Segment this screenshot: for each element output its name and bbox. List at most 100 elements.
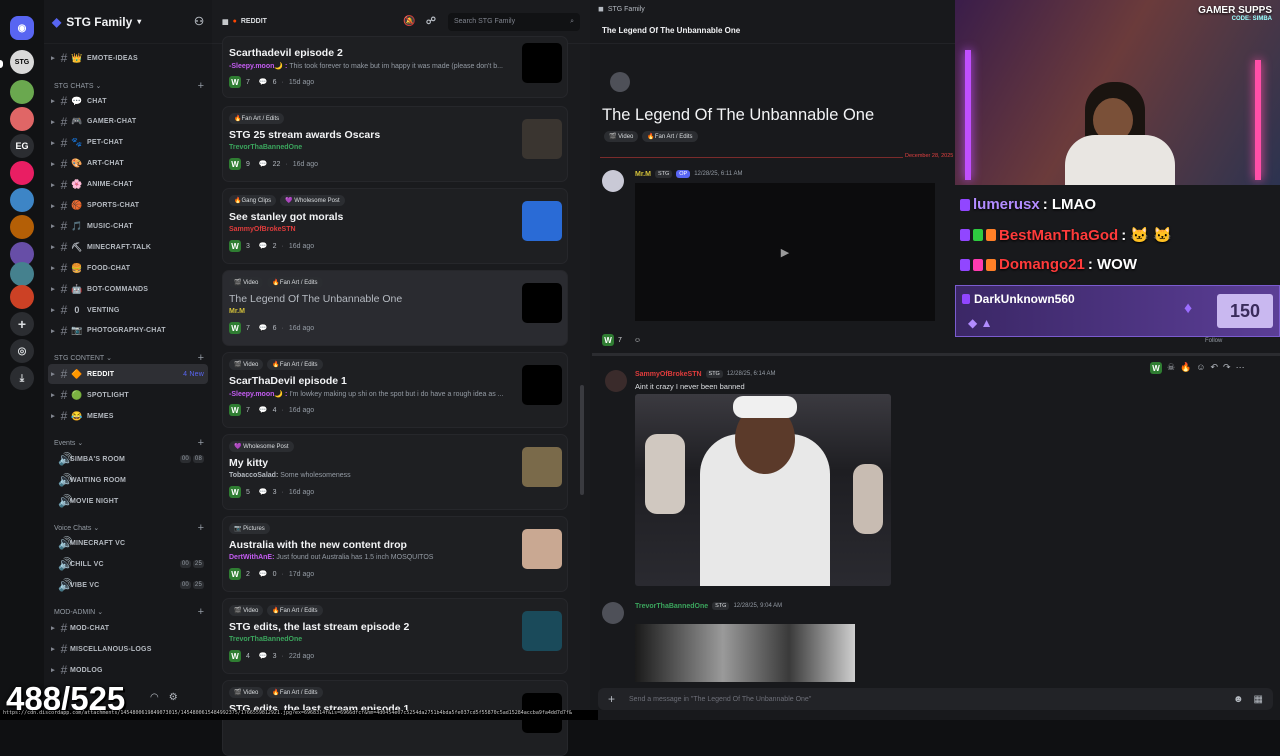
reaction-pill[interactable]: W7 ☺ bbox=[602, 334, 641, 346]
server-icon-3[interactable] bbox=[10, 107, 34, 131]
category-header[interactable]: MOD-ADMIN ⌄ + bbox=[54, 606, 204, 618]
quick-reaction-skull-icon[interactable]: ☠ bbox=[1167, 362, 1175, 374]
add-channel-icon[interactable]: + bbox=[198, 352, 204, 364]
scrollbar[interactable] bbox=[580, 385, 584, 495]
forum-post[interactable]: 📷 Pictures Australia with the new content… bbox=[222, 516, 568, 592]
discover-icon[interactable]: ◎ bbox=[10, 339, 34, 363]
post-tag[interactable]: 🎬 Video bbox=[229, 687, 264, 698]
forum-post[interactable]: Scarthadevil episode 2 -Sleepy.moon🌙 : Th… bbox=[222, 36, 568, 98]
forum-post[interactable]: 🔥Fan Art / Edits STG 25 stream awards Osc… bbox=[222, 106, 568, 182]
channel-item[interactable]: ▸ # 🌸 ANIME-CHAT bbox=[48, 175, 208, 195]
category-header[interactable]: Events ⌄ + bbox=[54, 437, 204, 449]
server-icon-10[interactable] bbox=[10, 285, 34, 309]
channel-item[interactable]: ▸ # MODLOG bbox=[48, 660, 208, 680]
channel-item[interactable]: ▸ # 😂 MEMES bbox=[48, 406, 208, 426]
server-icon-2[interactable] bbox=[10, 80, 34, 104]
reply-icon[interactable]: ↶ bbox=[1211, 362, 1219, 374]
server-icon-eg[interactable]: EG bbox=[10, 134, 34, 158]
notifications-icon[interactable]: 🔕 bbox=[403, 16, 415, 27]
post-tag[interactable]: 🎬 Video bbox=[229, 359, 264, 370]
forward-icon[interactable]: ↷ bbox=[1223, 362, 1231, 374]
channel-item[interactable]: 🔊 MINECRAFT VC bbox=[48, 533, 208, 553]
channel-item[interactable]: ▸ # 🏀 SPORTS-CHAT bbox=[48, 196, 208, 216]
channel-item[interactable]: ▸ # MOD-CHAT bbox=[48, 618, 208, 638]
post-tag[interactable]: 🔥Fan Art / Edits bbox=[267, 605, 323, 616]
discord-home-icon[interactable]: ◉ bbox=[10, 16, 34, 40]
channel-item[interactable]: ▸ # 🟢 SPOTLIGHT bbox=[48, 385, 208, 405]
apps-icon[interactable]: ▦ bbox=[1254, 694, 1263, 705]
quick-reaction-fire-icon[interactable]: 🔥 bbox=[1180, 362, 1191, 374]
channel-item[interactable]: ▸ # 🍔 FOOD-CHAT bbox=[48, 258, 208, 278]
post-tag[interactable]: 🎬 Video bbox=[229, 605, 264, 616]
avatar[interactable] bbox=[605, 370, 627, 392]
server-icon-9[interactable] bbox=[10, 262, 34, 286]
message-image[interactable] bbox=[635, 624, 855, 682]
server-icon-6[interactable] bbox=[10, 188, 34, 212]
forum-post[interactable]: 🎬 Video 🔥Fan Art / Edits The Legend Of The… bbox=[222, 270, 568, 346]
forum-post[interactable]: 💜 Wholesome Post My kitty TobaccoSalad: So… bbox=[222, 434, 568, 510]
post-tag[interactable]: 🔥Fan Art / Edits bbox=[267, 359, 323, 370]
avatar[interactable] bbox=[602, 170, 624, 192]
server-icon-7[interactable] bbox=[10, 215, 34, 239]
post-tag[interactable]: 🔥Gang Clips bbox=[229, 195, 277, 206]
avatar[interactable] bbox=[602, 602, 624, 624]
threads-icon[interactable]: ☍ bbox=[426, 16, 436, 27]
message-author[interactable]: SammyOfBrokeSTN bbox=[635, 371, 702, 378]
server-icon-5[interactable] bbox=[10, 161, 34, 185]
channel-item[interactable]: ▸ # 🔶 REDDIT 4 New bbox=[48, 364, 208, 384]
channel-item[interactable]: 🔊 VIBE VC 00 25 bbox=[48, 575, 208, 595]
server-header[interactable]: ◆ STG Family ▾ ⚇ bbox=[44, 0, 212, 44]
post-tag[interactable]: 🔥Fan Art / Edits bbox=[267, 687, 323, 698]
category-header[interactable]: STG CONTENT ⌄ + bbox=[54, 352, 204, 364]
channel-item[interactable]: 🔊 SIMBA'S ROOM 00 08 bbox=[48, 449, 208, 469]
channel-item[interactable]: 🔊 CHILL VC 00 25 bbox=[48, 554, 208, 574]
search-input[interactable]: Search STG Family ⌕ bbox=[448, 12, 580, 31]
channel-item[interactable]: ▸ #0 VENTING bbox=[48, 300, 208, 320]
headphones-icon[interactable]: ◠ bbox=[150, 692, 159, 703]
add-server-icon[interactable]: + bbox=[10, 312, 34, 336]
channel-item[interactable]: ▸ # 💬 CHAT bbox=[48, 91, 208, 111]
channel-item[interactable]: ▸ # 🐾 PET-CHAT bbox=[48, 133, 208, 153]
channel-item[interactable]: ▸ # 🎨 ART-CHAT bbox=[48, 154, 208, 174]
upload-plus-icon[interactable]: + bbox=[608, 692, 615, 706]
thread-tag[interactable]: 🎬 Video bbox=[604, 131, 639, 142]
server-icon-stg[interactable]: STG bbox=[10, 50, 34, 74]
thread-tag[interactable]: 🔥Fan Art / Edits bbox=[642, 131, 698, 142]
message-author[interactable]: Mr.M bbox=[635, 171, 651, 178]
channel-item[interactable]: ▸ # MISCELLANOUS-LOGS bbox=[48, 639, 208, 659]
channel-item[interactable]: ▸ # 📷 PHOTOGRAPHY-CHAT bbox=[48, 321, 208, 341]
more-icon[interactable]: ⋯ bbox=[1236, 362, 1245, 374]
add-channel-icon[interactable]: + bbox=[198, 437, 204, 449]
post-tag[interactable]: 📷 Pictures bbox=[229, 523, 270, 534]
channel-item[interactable]: ▸ # 👑 EMOTE-IDEAS bbox=[48, 48, 208, 68]
composer-input[interactable]: Send a message in "The Legend Of The Unb… bbox=[629, 696, 811, 703]
message-author[interactable]: TrevorThaBannedOne bbox=[635, 603, 708, 610]
message-image[interactable] bbox=[635, 394, 891, 586]
follow-button[interactable]: Follow bbox=[1205, 338, 1222, 344]
channel-item[interactable]: ▸ # ⛏ MINECRAFT-TALK bbox=[48, 237, 208, 257]
emoji-picker-icon[interactable]: ☻ bbox=[1233, 694, 1244, 705]
quick-reaction-w[interactable]: W bbox=[1150, 362, 1162, 374]
forum-post[interactable]: 🎬 Video 🔥Fan Art / Edits STG edits, the la… bbox=[222, 598, 568, 674]
download-icon[interactable]: ⤓ bbox=[10, 366, 34, 390]
message-composer[interactable]: + Send a message in "The Legend Of The U… bbox=[598, 688, 1273, 710]
channel-item[interactable]: ▸ # 🎮 GAMER-CHAT bbox=[48, 112, 208, 132]
post-tag[interactable]: 💜 Wholesome Post bbox=[280, 195, 345, 206]
channel-item[interactable]: 🔊 MOVIE NIGHT bbox=[48, 491, 208, 511]
add-channel-icon[interactable]: + bbox=[198, 606, 204, 618]
post-tag[interactable]: 🔥Fan Art / Edits bbox=[229, 113, 285, 124]
add-reaction-icon[interactable]: ☺ bbox=[634, 337, 641, 344]
post-tag[interactable]: 🎬 Video bbox=[229, 277, 264, 288]
add-reaction-icon[interactable]: ☺ bbox=[1196, 362, 1205, 374]
add-friend-icon[interactable]: ⚇ bbox=[194, 15, 204, 28]
post-tag[interactable]: 💜 Wholesome Post bbox=[229, 441, 294, 452]
forum-post[interactable]: 🎬 Video 🔥Fan Art / Edits ScarThaDevil epis… bbox=[222, 352, 568, 428]
post-tag[interactable]: 🔥Fan Art / Edits bbox=[267, 277, 323, 288]
channel-item[interactable]: ▸ # 🎵 MUSIC-CHAT bbox=[48, 216, 208, 236]
channel-item[interactable]: ▸ # 🤖 BOT-COMMANDS bbox=[48, 279, 208, 299]
channel-item[interactable]: 🔊 WAITING ROOM bbox=[48, 470, 208, 490]
settings-gear-icon[interactable]: ⚙ bbox=[169, 692, 178, 703]
play-icon[interactable]: ▶ bbox=[781, 246, 789, 259]
video-embed[interactable]: ▶ bbox=[635, 183, 935, 321]
forum-post[interactable]: 🔥Gang Clips 💜 Wholesome Post See stanley g… bbox=[222, 188, 568, 264]
